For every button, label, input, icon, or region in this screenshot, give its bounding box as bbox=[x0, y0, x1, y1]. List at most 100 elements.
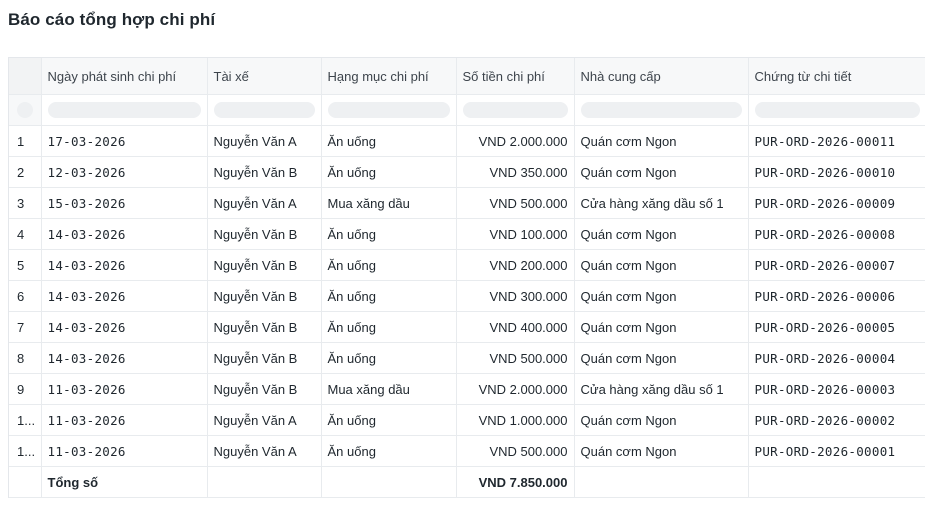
table-row[interactable]: 9 11-03-2026 Nguyễn Văn B Mua xăng dầu VND 2… bbox=[9, 373, 925, 405]
cell-category[interactable]: Mua xăng dầu bbox=[321, 187, 457, 219]
cell-date[interactable]: 11-03-2026 bbox=[41, 404, 208, 436]
cell-amount[interactable]: VND 400.000 bbox=[456, 311, 575, 343]
cell-amount[interactable]: VND 500.000 bbox=[456, 342, 575, 374]
cell-supplier[interactable]: Quán cơm Ngon bbox=[574, 435, 749, 467]
row-index[interactable]: 1... bbox=[9, 435, 42, 467]
row-index[interactable]: 7 bbox=[9, 311, 42, 343]
cell-supplier[interactable]: Quán cơm Ngon bbox=[574, 249, 749, 281]
cell-document[interactable]: PUR-ORD-2026-00011 bbox=[748, 125, 925, 157]
row-index[interactable]: 5 bbox=[9, 249, 42, 281]
cell-driver[interactable]: Nguyễn Văn B bbox=[207, 249, 322, 281]
table-row[interactable]: 8 14-03-2026 Nguyễn Văn B Ăn uống VND 500.00… bbox=[9, 342, 925, 374]
column-header-category[interactable]: Hạng mục chi phí bbox=[321, 58, 457, 95]
cell-category[interactable]: Ăn uống bbox=[321, 435, 457, 467]
cell-supplier[interactable]: Quán cơm Ngon bbox=[574, 342, 749, 374]
table-row[interactable]: 5 14-03-2026 Nguyễn Văn B Ăn uống VND 200.00… bbox=[9, 249, 925, 281]
cell-date[interactable]: 12-03-2026 bbox=[41, 156, 208, 188]
row-index[interactable]: 2 bbox=[9, 156, 42, 188]
cell-supplier[interactable]: Quán cơm Ngon bbox=[574, 125, 749, 157]
cell-amount[interactable]: VND 350.000 bbox=[456, 156, 575, 188]
cell-date[interactable]: 14-03-2026 bbox=[41, 342, 208, 374]
table-row[interactable]: 3 15-03-2026 Nguyễn Văn A Mua xăng dầu VND 5… bbox=[9, 187, 925, 219]
cell-supplier[interactable]: Quán cơm Ngon bbox=[574, 280, 749, 312]
cell-amount[interactable]: VND 2.000.000 bbox=[456, 125, 575, 157]
cell-driver[interactable]: Nguyễn Văn B bbox=[207, 280, 322, 312]
cell-category[interactable]: Ăn uống bbox=[321, 404, 457, 436]
cell-document[interactable]: PUR-ORD-2026-00003 bbox=[748, 373, 925, 405]
cell-date[interactable]: 14-03-2026 bbox=[41, 249, 208, 281]
column-header-supplier[interactable]: Nhà cung cấp bbox=[574, 58, 749, 95]
cell-date[interactable]: 14-03-2026 bbox=[41, 218, 208, 250]
filter-date[interactable] bbox=[41, 94, 208, 126]
cell-supplier[interactable]: Cửa hàng xăng dầu số 1 bbox=[574, 373, 749, 405]
cell-supplier[interactable]: Quán cơm Ngon bbox=[574, 311, 749, 343]
cell-driver[interactable]: Nguyễn Văn B bbox=[207, 342, 322, 374]
cell-amount[interactable]: VND 2.000.000 bbox=[456, 373, 575, 405]
cell-date[interactable]: 14-03-2026 bbox=[41, 311, 208, 343]
row-index[interactable]: 6 bbox=[9, 280, 42, 312]
cell-amount[interactable]: VND 500.000 bbox=[456, 187, 575, 219]
cell-category[interactable]: Ăn uống bbox=[321, 311, 457, 343]
row-index[interactable]: 9 bbox=[9, 373, 42, 405]
cell-category[interactable]: Ăn uống bbox=[321, 342, 457, 374]
cell-driver[interactable]: Nguyễn Văn A bbox=[207, 404, 322, 436]
cell-driver[interactable]: Nguyễn Văn B bbox=[207, 218, 322, 250]
filter-date-input[interactable] bbox=[47, 102, 201, 118]
row-index[interactable]: 1... bbox=[9, 404, 42, 436]
cell-document[interactable]: PUR-ORD-2026-00009 bbox=[748, 187, 925, 219]
table-row[interactable]: 7 14-03-2026 Nguyễn Văn B Ăn uống VND 400.00… bbox=[9, 311, 925, 343]
cell-document[interactable]: PUR-ORD-2026-00005 bbox=[748, 311, 925, 343]
cell-document[interactable]: PUR-ORD-2026-00007 bbox=[748, 249, 925, 281]
cell-category[interactable]: Ăn uống bbox=[321, 218, 457, 250]
table-row[interactable]: 4 14-03-2026 Nguyễn Văn B Ăn uống VND 100.00… bbox=[9, 218, 925, 250]
table-row[interactable]: 1 17-03-2026 Nguyễn Văn A Ăn uống VND 2.000.… bbox=[9, 125, 925, 157]
column-header-driver[interactable]: Tài xế bbox=[207, 58, 322, 95]
cell-supplier[interactable]: Quán cơm Ngon bbox=[574, 218, 749, 250]
filter-supplier-input[interactable] bbox=[580, 102, 742, 118]
cell-driver[interactable]: Nguyễn Văn B bbox=[207, 373, 322, 405]
cell-amount[interactable]: VND 100.000 bbox=[456, 218, 575, 250]
table-row[interactable]: 6 14-03-2026 Nguyễn Văn B Ăn uống VND 300.00… bbox=[9, 280, 925, 312]
filter-amount-input[interactable] bbox=[462, 102, 568, 118]
cell-supplier[interactable]: Cửa hàng xăng dầu số 1 bbox=[574, 187, 749, 219]
cell-category[interactable]: Ăn uống bbox=[321, 125, 457, 157]
cell-category[interactable]: Ăn uống bbox=[321, 249, 457, 281]
cell-date[interactable]: 11-03-2026 bbox=[41, 373, 208, 405]
column-header-document[interactable]: Chứng từ chi tiết bbox=[748, 58, 925, 95]
cell-amount[interactable]: VND 1.000.000 bbox=[456, 404, 575, 436]
cell-category[interactable]: Ăn uống bbox=[321, 280, 457, 312]
cell-supplier[interactable]: Quán cơm Ngon bbox=[574, 156, 749, 188]
cell-document[interactable]: PUR-ORD-2026-00006 bbox=[748, 280, 925, 312]
row-index[interactable]: 4 bbox=[9, 218, 42, 250]
filter-document[interactable] bbox=[748, 94, 925, 126]
cell-document[interactable]: PUR-ORD-2026-00002 bbox=[748, 404, 925, 436]
cell-supplier[interactable]: Quán cơm Ngon bbox=[574, 404, 749, 436]
cell-document[interactable]: PUR-ORD-2026-00010 bbox=[748, 156, 925, 188]
row-index[interactable]: 8 bbox=[9, 342, 42, 374]
cell-amount[interactable]: VND 300.000 bbox=[456, 280, 575, 312]
filter-amount[interactable] bbox=[456, 94, 575, 126]
cell-driver[interactable]: Nguyễn Văn A bbox=[207, 125, 322, 157]
cell-document[interactable]: PUR-ORD-2026-00001 bbox=[748, 435, 925, 467]
filter-supplier[interactable] bbox=[574, 94, 749, 126]
cell-driver[interactable]: Nguyễn Văn B bbox=[207, 156, 322, 188]
table-row[interactable]: 1... 11-03-2026 Nguyễn Văn A Ăn uống VND 500… bbox=[9, 435, 925, 467]
cell-date[interactable]: 11-03-2026 bbox=[41, 435, 208, 467]
cell-date[interactable]: 17-03-2026 bbox=[41, 125, 208, 157]
cell-document[interactable]: PUR-ORD-2026-00008 bbox=[748, 218, 925, 250]
cell-driver[interactable]: Nguyễn Văn A bbox=[207, 435, 322, 467]
cell-driver[interactable]: Nguyễn Văn B bbox=[207, 311, 322, 343]
filter-category[interactable] bbox=[321, 94, 457, 126]
cell-category[interactable]: Mua xăng dầu bbox=[321, 373, 457, 405]
row-index[interactable]: 3 bbox=[9, 187, 42, 219]
cell-document[interactable]: PUR-ORD-2026-00004 bbox=[748, 342, 925, 374]
column-header-amount[interactable]: Số tiền chi phí bbox=[456, 58, 575, 95]
cell-amount[interactable]: VND 200.000 bbox=[456, 249, 575, 281]
cell-driver[interactable]: Nguyễn Văn A bbox=[207, 187, 322, 219]
filter-driver-input[interactable] bbox=[213, 102, 315, 118]
cell-category[interactable]: Ăn uống bbox=[321, 156, 457, 188]
column-header-date[interactable]: Ngày phát sinh chi phí bbox=[41, 58, 208, 95]
table-row[interactable]: 1... 11-03-2026 Nguyễn Văn A Ăn uống VND 1.0… bbox=[9, 404, 925, 436]
cell-date[interactable]: 15-03-2026 bbox=[41, 187, 208, 219]
row-index[interactable]: 1 bbox=[9, 125, 42, 157]
